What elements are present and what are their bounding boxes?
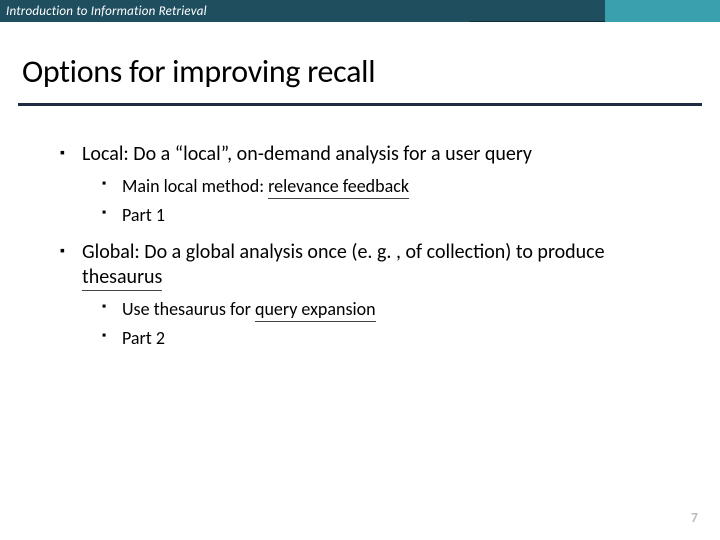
content: Local: Do a “local”, on-demand analysis … — [0, 106, 720, 349]
slide: Introduction to Information Retrieval Op… — [0, 0, 720, 540]
header-bar: Introduction to Information Retrieval — [0, 0, 720, 22]
sub-text: Part 2 — [122, 327, 165, 349]
list-item: Main local method: relevance feedback — [102, 175, 674, 198]
sub-text: Part 1 — [122, 204, 165, 226]
course-title: Introduction to Information Retrieval — [6, 4, 207, 19]
list-item: Local: Do a “local”, on-demand analysis … — [60, 142, 674, 226]
title-area: Options for improving recall — [0, 22, 720, 97]
keyword: relevance feedback — [268, 175, 409, 199]
sub-text: Use thesaurus for — [122, 298, 255, 320]
bullet-list: Local: Do a “local”, on-demand analysis … — [60, 142, 674, 349]
slide-title: Options for improving recall — [22, 52, 698, 91]
bullet-text: Local: Do a “local”, on-demand analysis … — [82, 142, 532, 166]
keyword: query expansion — [255, 298, 376, 322]
keyword: thesaurus — [82, 265, 162, 291]
sub-text: Main local method: — [122, 175, 268, 197]
list-item: Part 1 — [102, 204, 674, 227]
sub-list: Main local method: relevance feedback Pa… — [102, 175, 674, 226]
header-accent — [605, 0, 720, 22]
course-band: Introduction to Information Retrieval — [0, 0, 470, 22]
page-number: 7 — [691, 509, 698, 526]
list-item: Global: Do a global analysis once (e. g.… — [60, 240, 674, 349]
list-item: Part 2 — [102, 327, 674, 350]
bullet-text: Global: Do a global analysis once (e. g.… — [82, 240, 605, 264]
sub-list: Use thesaurus for query expansion Part 2 — [102, 298, 674, 349]
list-item: Use thesaurus for query expansion — [102, 298, 674, 321]
